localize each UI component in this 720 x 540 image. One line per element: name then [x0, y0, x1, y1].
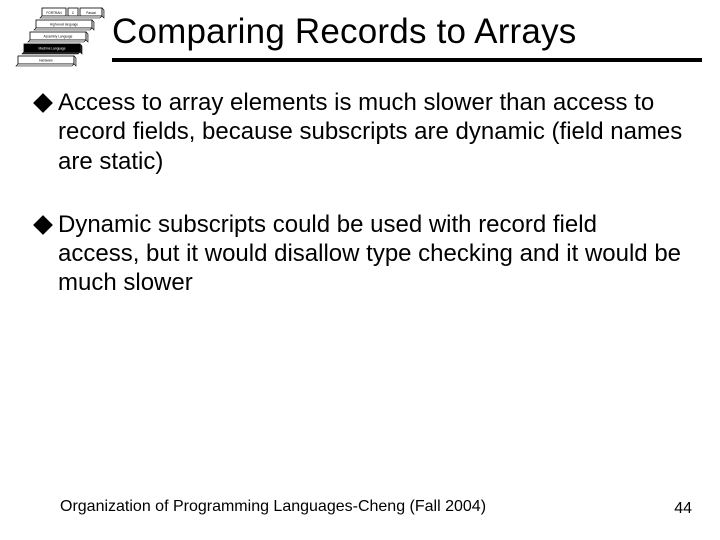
logo-label: Hardware — [39, 59, 53, 63]
slide-title: Comparing Records to Arrays — [112, 12, 700, 52]
logo-label: FORTRAN — [46, 11, 62, 15]
slide: FORTRAN C Pascal High-level language Ass… — [0, 0, 720, 540]
bullet-item: Access to array elements is much slower … — [36, 88, 684, 176]
logo-label: High-level language — [50, 23, 78, 27]
diamond-bullet-icon — [33, 215, 53, 235]
slide-body: Access to array elements is much slower … — [36, 88, 684, 332]
logo-label: Machine Language — [38, 47, 65, 51]
bullet-text: Access to array elements is much slower … — [58, 88, 684, 176]
title-underline — [112, 58, 702, 62]
page-number: 44 — [674, 500, 692, 518]
footer-text: Organization of Programming Languages-Ch… — [60, 498, 486, 516]
bullet-text: Dynamic subscripts could be used with re… — [58, 210, 684, 298]
diamond-bullet-icon — [33, 93, 53, 113]
logo-label: Assembly Language — [44, 35, 73, 39]
logo-label: Pascal — [86, 11, 96, 15]
hierarchy-logo: FORTRAN C Pascal High-level language Ass… — [6, 6, 106, 76]
bullet-item: Dynamic subscripts could be used with re… — [36, 210, 684, 298]
